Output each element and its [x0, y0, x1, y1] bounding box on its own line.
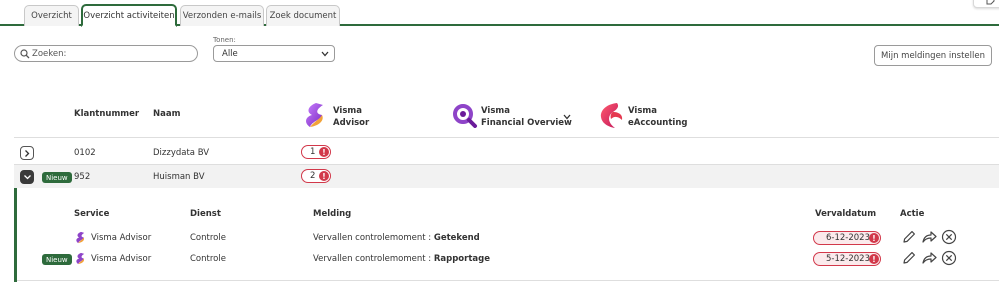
table-row: 0102 Dizzydata BV 1 ! [14, 138, 999, 164]
chevron-down-icon[interactable] [563, 114, 571, 120]
chevron-right-icon [25, 150, 30, 157]
new-badge: Nieuw [42, 254, 72, 265]
alert-icon: ! [869, 233, 879, 243]
alert-icon: ! [869, 254, 879, 264]
due-date-badge: 5-12-2023 ! [813, 252, 881, 266]
notification-settings-button[interactable]: Mijn meldingen instellen [874, 45, 992, 66]
tab-zoek-document[interactable]: Zoek document [266, 5, 340, 26]
edit-icon[interactable] [901, 229, 917, 245]
melding-text: Vervallen controlemoment : Rapportage [313, 254, 490, 264]
visma-advisor-logo [76, 231, 85, 244]
search-icon [20, 49, 30, 59]
visma-advisor-logo [306, 103, 323, 127]
alert-icon: ! [319, 171, 329, 181]
table-row: Nieuw 952 Huisman BV 2 ! [14, 165, 999, 188]
column-header-client-number[interactable]: Klantnummer [74, 109, 139, 119]
alert-icon: ! [319, 147, 329, 157]
detail-header-service: Service [74, 209, 110, 219]
forward-icon[interactable] [921, 250, 937, 266]
forward-icon[interactable] [921, 229, 937, 245]
divider [17, 280, 999, 281]
filter-label: Tonen: [213, 36, 236, 44]
product-visma-advisor: Visma Advisor [333, 106, 370, 128]
tab-overzicht-activiteiten[interactable]: Overzicht activiteiten [81, 4, 177, 27]
melding-text: Vervallen controlemoment : Getekend [313, 233, 480, 243]
expand-row-button[interactable] [20, 146, 34, 160]
close-circle-icon[interactable] [941, 229, 957, 245]
product-visma-eaccounting: Visma eAccounting [628, 106, 688, 128]
tab-verzonden-emails[interactable]: Verzonden e-mails [180, 5, 264, 26]
detail-header-dienst: Dienst [190, 209, 221, 219]
product-visma-financial-overview[interactable]: Visma Financial Overview [481, 105, 572, 129]
visma-eaccounting-logo [600, 103, 623, 128]
filter-select[interactable]: Alle [213, 45, 335, 62]
filter-select-value: Alle [222, 49, 238, 59]
chevron-down-icon [321, 51, 329, 57]
notes-button[interactable] [973, 0, 999, 8]
visma-advisor-logo [76, 252, 85, 265]
notification-count-badge[interactable]: 1 ! [301, 145, 331, 159]
search-field[interactable] [14, 45, 198, 62]
new-badge: Nieuw [42, 172, 72, 183]
service-name: Visma Advisor [91, 233, 152, 243]
edit-icon[interactable] [901, 250, 917, 266]
tab-bar: Overzicht Overzicht activiteiten Verzond… [0, 0, 999, 27]
service-name: Visma Advisor [91, 254, 152, 264]
detail-panel: Service Dienst Melding Vervaldatum Actie… [14, 188, 999, 282]
client-number: 0102 [74, 148, 96, 158]
visma-financial-overview-logo [453, 104, 477, 128]
detail-row: Visma Advisor Controle Vervallen control… [17, 228, 999, 248]
dienst-value: Controle [190, 254, 226, 264]
detail-header-actie: Actie [900, 209, 925, 219]
due-date-badge: 6-12-2023 ! [813, 231, 881, 245]
detail-header-vervaldatum: Vervaldatum [815, 209, 877, 219]
notification-count-badge[interactable]: 2 ! [301, 169, 331, 183]
note-icon [986, 0, 995, 5]
client-name[interactable]: Dizzydata BV [153, 148, 209, 158]
search-input[interactable] [32, 47, 192, 60]
chevron-down-icon [24, 175, 31, 180]
collapse-row-button[interactable] [20, 170, 34, 184]
detail-header-melding: Melding [313, 209, 352, 219]
tab-overzicht[interactable]: Overzicht [24, 5, 79, 26]
client-name[interactable]: Huisman BV [153, 172, 205, 182]
detail-row: Nieuw Visma Advisor Controle Vervallen c… [17, 249, 999, 269]
column-header-name[interactable]: Naam [153, 109, 180, 119]
client-number: 952 [74, 172, 91, 182]
close-circle-icon[interactable] [941, 250, 957, 266]
dienst-value: Controle [190, 233, 226, 243]
